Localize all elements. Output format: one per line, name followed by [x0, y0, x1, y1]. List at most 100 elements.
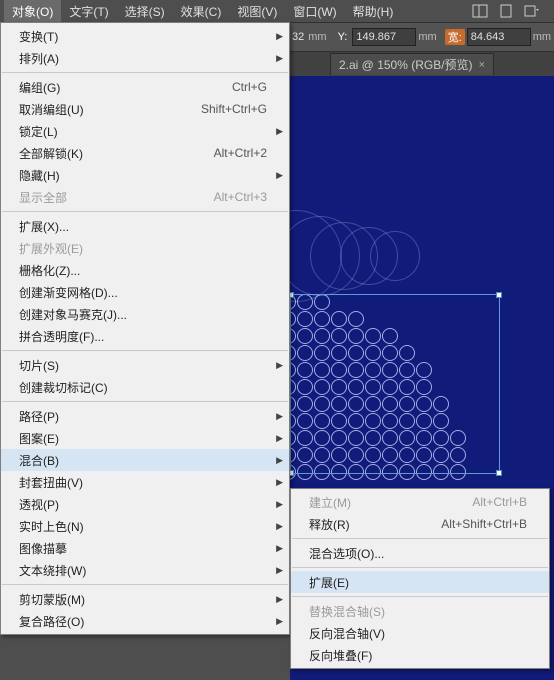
- x-fragment: 32: [292, 31, 304, 43]
- menu-item[interactable]: 混合选项(O)...: [291, 542, 549, 564]
- width-label: 宽:: [445, 29, 465, 45]
- menubar-right-icons: [472, 3, 550, 19]
- menu-item-label: 图案(E): [19, 430, 59, 447]
- menu-item-label: 文本绕排(W): [19, 562, 86, 579]
- menu-item-label: 锁定(L): [19, 123, 58, 140]
- menu-effect[interactable]: 效果(C): [173, 0, 230, 23]
- menu-item-label: 路径(P): [19, 408, 59, 425]
- selection-handle[interactable]: [496, 470, 502, 476]
- menu-item-shortcut: Alt+Ctrl+3: [214, 190, 267, 204]
- menu-item[interactable]: 封套扭曲(V): [1, 471, 289, 493]
- selection-box[interactable]: [290, 294, 500, 474]
- menu-type[interactable]: 文字(T): [61, 0, 116, 23]
- menu-item[interactable]: 透视(P): [1, 493, 289, 515]
- menu-item-label: 实时上色(N): [19, 518, 84, 535]
- menu-item[interactable]: 反向堆叠(F): [291, 644, 549, 666]
- menu-item: 建立(M)Alt+Ctrl+B: [291, 491, 549, 513]
- menu-item-label: 全部解锁(K): [19, 145, 83, 162]
- menu-separator: [2, 584, 288, 585]
- selection-handle[interactable]: [290, 470, 294, 476]
- menu-item-label: 混合选项(O)...: [309, 545, 384, 562]
- menu-item[interactable]: 剪切蒙版(M): [1, 588, 289, 610]
- menu-select[interactable]: 选择(S): [117, 0, 173, 23]
- menu-item-label: 扩展(E): [309, 574, 349, 591]
- menu-item-shortcut: Shift+Ctrl+G: [201, 102, 267, 116]
- menu-item-label: 创建对象马赛克(J)...: [19, 306, 127, 323]
- menu-item-label: 混合(B): [19, 452, 59, 469]
- menu-help[interactable]: 帮助(H): [345, 0, 402, 23]
- menu-item-label: 扩展外观(E): [19, 240, 83, 257]
- menu-item[interactable]: 拼合透明度(F)...: [1, 325, 289, 347]
- menu-item[interactable]: 排列(A): [1, 47, 289, 69]
- menu-item-label: 复合路径(O): [19, 613, 84, 630]
- menu-separator: [2, 211, 288, 212]
- menu-item[interactable]: 扩展(E): [291, 571, 549, 593]
- menu-item: 显示全部 Alt+Ctrl+3: [1, 186, 289, 208]
- document-tab[interactable]: 2.ai @ 150% (RGB/预览) ×: [330, 53, 494, 75]
- menu-separator: [292, 596, 548, 597]
- tab-title: 2.ai @ 150% (RGB/预览): [339, 56, 473, 73]
- menu-item-label: 透视(P): [19, 496, 59, 513]
- y-label: Y:: [335, 31, 351, 43]
- menu-item-label: 扩展(X)...: [19, 218, 69, 235]
- menu-item-label: 替换混合轴(S): [309, 603, 385, 620]
- blend-submenu-dropdown: 建立(M)Alt+Ctrl+B释放(R)Alt+Shift+Ctrl+B 混合选项…: [290, 488, 550, 669]
- menu-item-label: 显示全部: [19, 189, 67, 206]
- menu-item[interactable]: 创建渐变网格(D)...: [1, 281, 289, 303]
- menu-item-label: 编组(G): [19, 79, 60, 96]
- menu-item[interactable]: 复合路径(O): [1, 610, 289, 632]
- menu-item-label: 切片(S): [19, 357, 59, 374]
- menu-item[interactable]: 实时上色(N): [1, 515, 289, 537]
- menu-item[interactable]: 全部解锁(K) Alt+Ctrl+2: [1, 142, 289, 164]
- menu-item: 替换混合轴(S): [291, 600, 549, 622]
- menu-item[interactable]: 图像描摹: [1, 537, 289, 559]
- menu-item-label: 创建渐变网格(D)...: [19, 284, 118, 301]
- menu-item-label: 变换(T): [19, 28, 58, 45]
- menu-item-label: 排列(A): [19, 50, 59, 67]
- menu-item-shortcut: Alt+Ctrl+2: [214, 146, 267, 160]
- menu-item-label: 隐藏(H): [19, 167, 60, 184]
- menu-item-shortcut: Alt+Ctrl+B: [472, 495, 527, 509]
- menu-item[interactable]: 反向混合轴(V): [291, 622, 549, 644]
- menu-separator: [2, 72, 288, 73]
- menu-item[interactable]: 释放(R)Alt+Shift+Ctrl+B: [291, 513, 549, 535]
- menu-item[interactable]: 编组(G) Ctrl+G: [1, 76, 289, 98]
- menu-object[interactable]: 对象(O): [4, 0, 61, 23]
- menu-item-shortcut: Ctrl+G: [232, 80, 267, 94]
- menu-item: 扩展外观(E): [1, 237, 289, 259]
- menu-item[interactable]: 栅格化(Z)...: [1, 259, 289, 281]
- menu-separator: [2, 401, 288, 402]
- width-input[interactable]: [467, 28, 531, 46]
- menu-item-label: 图像描摹: [19, 540, 67, 557]
- doc-icon[interactable]: [498, 3, 514, 19]
- menu-item[interactable]: 锁定(L): [1, 120, 289, 142]
- unit-label: mm: [308, 31, 326, 43]
- menu-item[interactable]: 隐藏(H): [1, 164, 289, 186]
- menu-window[interactable]: 窗口(W): [285, 0, 344, 23]
- y-input[interactable]: [352, 28, 416, 46]
- menu-item[interactable]: 文本绕排(W): [1, 559, 289, 581]
- menu-item[interactable]: 创建对象马赛克(J)...: [1, 303, 289, 325]
- menu-item-label: 反向堆叠(F): [309, 647, 372, 664]
- menu-separator: [292, 538, 548, 539]
- selection-handle[interactable]: [496, 292, 502, 298]
- menu-item-label: 取消编组(U): [19, 101, 84, 118]
- menu-item[interactable]: 路径(P): [1, 405, 289, 427]
- menu-item[interactable]: 变换(T): [1, 25, 289, 47]
- menu-item-shortcut: Alt+Shift+Ctrl+B: [441, 517, 527, 531]
- close-icon[interactable]: ×: [479, 59, 485, 71]
- menu-item-label: 拼合透明度(F)...: [19, 328, 104, 345]
- menu-item[interactable]: 切片(S): [1, 354, 289, 376]
- selection-handle[interactable]: [290, 292, 294, 298]
- menu-item[interactable]: 创建裁切标记(C): [1, 376, 289, 398]
- workspace-dropdown-icon[interactable]: [524, 3, 540, 19]
- layout-icon[interactable]: [472, 3, 488, 19]
- object-menu-dropdown: 变换(T) 排列(A) 编组(G) Ctrl+G 取消编组(U) Shift+Ctrl+G…: [0, 22, 290, 635]
- menu-item[interactable]: 扩展(X)...: [1, 215, 289, 237]
- menu-item[interactable]: 图案(E): [1, 427, 289, 449]
- menu-item-label: 栅格化(Z)...: [19, 262, 80, 279]
- menu-item[interactable]: 混合(B): [1, 449, 289, 471]
- menu-item[interactable]: 取消编组(U) Shift+Ctrl+G: [1, 98, 289, 120]
- menu-view[interactable]: 视图(V): [229, 0, 285, 23]
- menu-item-label: 反向混合轴(V): [309, 625, 385, 642]
